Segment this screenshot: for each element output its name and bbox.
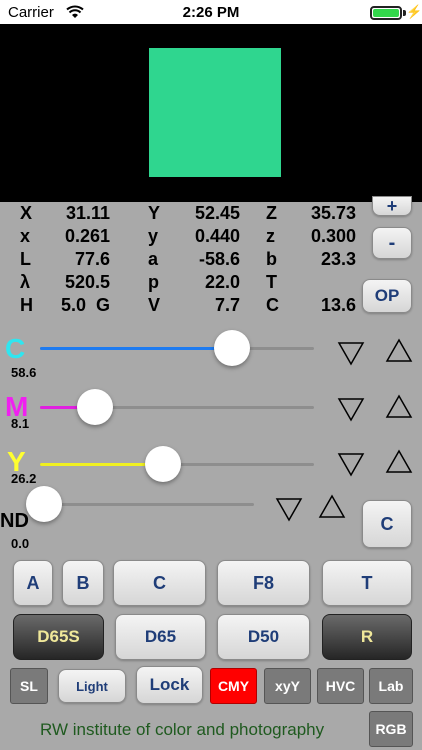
c-button[interactable]: C [362,500,412,548]
readout-value: -58.6 [198,249,240,269]
readout-label: T [266,272,277,292]
slider-track-c[interactable] [40,347,314,350]
readout-value: 520.5 [64,272,110,292]
slider-value-c: 58.6 [11,365,37,380]
readout-value: 0.261 [64,226,110,246]
minus-button[interactable]: - [372,227,412,259]
nd-down-triangle-icon[interactable] [275,496,303,522]
op-button[interactable]: OP [362,279,412,313]
c-mode-button[interactable]: C [113,560,206,606]
sl-button[interactable]: SL [10,668,48,704]
slider-thumb-nd[interactable] [26,486,63,522]
readout-label: λ [20,272,31,292]
slider-thumb-y[interactable] [145,446,182,482]
readout-value: 52.45 [194,203,240,223]
readout-value: 5.0 G [60,295,110,315]
c-down-triangle-icon[interactable] [337,340,365,366]
plus-button[interactable]: + [372,196,412,216]
status-bar: Carrier 2:26 PM ⚡ [0,0,422,24]
readout-value: 35.73 [310,203,356,223]
readout-label: y [148,226,159,246]
nd-up-triangle-icon[interactable] [318,494,346,520]
color-swatch [149,48,281,177]
lock-button[interactable]: Lock [136,666,203,704]
y-up-triangle-icon[interactable] [385,449,413,475]
cmy-button[interactable]: CMY [210,668,257,704]
slider-thumb-m[interactable] [76,389,113,425]
readout-value: 13.6 [320,295,356,315]
d50-button[interactable]: D50 [217,614,310,660]
slider-track-nd[interactable] [40,503,254,506]
readout-label: Y [148,203,161,223]
readout-label: a [148,249,159,269]
slider-letter-nd: ND [0,510,29,532]
m-down-triangle-icon[interactable] [337,396,365,422]
readout-value: 7.7 [214,295,240,315]
d65s-button[interactable]: D65S [13,614,104,660]
readout-label: V [148,295,161,315]
m-up-triangle-icon[interactable] [385,394,413,420]
slider-value-y: 26.2 [11,471,37,486]
t-button[interactable]: T [322,560,412,606]
r-button[interactable]: R [322,614,412,660]
slider-value-m: 8.1 [11,416,30,431]
y-down-triangle-icon[interactable] [337,451,365,477]
readout-label: x [20,226,31,246]
readout-value: 0.300 [310,226,356,246]
status-time: 2:26 PM [182,4,240,21]
slider-fill [40,347,232,350]
hvc-button[interactable]: HVC [317,668,364,704]
light-button[interactable]: Light [58,669,126,703]
readout-label: z [266,226,275,246]
readout-label: p [148,272,159,292]
b-button[interactable]: B [62,560,104,606]
readout-value: 77.6 [74,249,110,269]
readout-value: 22.0 [204,272,240,292]
readout-value: 0.440 [194,226,240,246]
c-up-triangle-icon[interactable] [385,338,413,364]
battery-icon [370,6,402,20]
slider-thumb-c[interactable] [213,330,250,366]
d65-button[interactable]: D65 [115,614,206,660]
charging-icon: ⚡ [406,4,422,19]
rgb-button[interactable]: RGB [369,711,413,747]
f8-button[interactable]: F8 [217,560,310,606]
readout-value: 23.3 [320,249,356,269]
color-preview [0,24,422,202]
a-button[interactable]: A [13,560,53,606]
xyy-button[interactable]: xyY [264,668,311,704]
lab-button[interactable]: Lab [369,668,413,704]
readout-value: 31.11 [65,203,110,223]
slider-letter-c: C [5,333,26,364]
footer-text: RW institute of color and photography [40,720,325,739]
slider-value-nd: 0.0 [11,536,30,551]
